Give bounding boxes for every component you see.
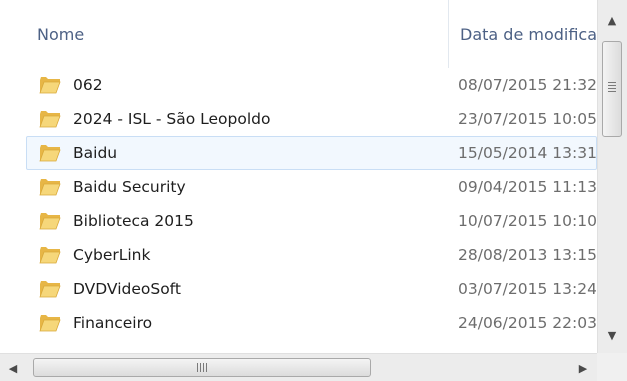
file-name: CyberLink [73,246,151,264]
column-header-date-modified[interactable]: Data de modificação [449,0,597,68]
file-row[interactable]: Baidu Security 09/04/2015 11:13 [26,170,597,204]
scroll-left-arrow-icon[interactable]: ◀ [2,357,24,379]
folder-icon [39,247,61,264]
folder-icon [39,77,61,94]
scroll-down-arrow-icon[interactable]: ▼ [601,324,623,346]
horizontal-scroll-thumb[interactable] [33,358,371,377]
column-header-name[interactable]: Nome [0,0,448,68]
folder-icon [39,111,61,128]
file-date-modified: 09/04/2015 11:13 [458,178,596,196]
file-date-modified: 03/07/2015 13:24 [458,280,596,298]
folder-icon [39,179,61,196]
file-date-modified: 08/07/2015 21:32 [458,76,596,94]
grip-icon [197,363,207,372]
scrollbar-corner [597,353,627,381]
horizontal-scrollbar[interactable]: ◀ ▶ [0,353,597,381]
scroll-up-arrow-icon[interactable]: ▲ [601,9,623,31]
file-date-modified: 15/05/2014 13:31 [458,144,596,162]
scroll-right-arrow-icon[interactable]: ▶ [572,357,594,379]
column-header-bar: Nome Data de modificação [0,0,597,68]
file-name: Biblioteca 2015 [73,212,194,230]
file-row[interactable]: 2024 - ISL - São Leopoldo 23/07/2015 10:… [26,102,597,136]
file-row[interactable]: Financeiro 24/06/2015 22:03 [26,306,597,340]
file-date-modified: 28/08/2013 13:15 [458,246,596,264]
file-name: Financeiro [73,314,153,332]
file-name: DVDVideoSoft [73,280,181,298]
folder-icon [39,213,61,230]
file-row[interactable]: DVDVideoSoft 03/07/2015 13:24 [26,272,597,306]
grip-icon [608,82,616,92]
file-date-modified: 23/07/2015 10:05 [458,110,596,128]
file-row-hovered[interactable]: Baidu 15/05/2014 13:31 [26,136,597,170]
column-header-date-label: Data de modificação [460,24,597,44]
folder-icon [39,145,61,162]
file-rows: 062 08/07/2015 21:32 2024 - ISL - São Le… [0,68,597,353]
vertical-scroll-thumb[interactable] [602,41,622,137]
folder-icon [39,315,61,332]
file-name: Baidu [73,144,118,162]
file-date-modified: 10/07/2015 10:10 [458,212,596,230]
file-row[interactable]: CyberLink 28/08/2013 13:15 [26,238,597,272]
file-list-view: Nome Data de modificação 062 08/07/2015 … [0,0,627,381]
column-header-name-label: Nome [37,24,85,44]
file-date-modified: 24/06/2015 22:03 [458,314,596,332]
file-row[interactable]: 062 08/07/2015 21:32 [26,68,597,102]
file-name: 2024 - ISL - São Leopoldo [73,110,271,128]
vertical-scrollbar[interactable]: ▲ ▼ [597,0,627,353]
folder-icon [39,281,61,298]
file-name: 062 [73,76,103,94]
file-name: Baidu Security [73,178,186,196]
file-row[interactable]: Biblioteca 2015 10/07/2015 10:10 [26,204,597,238]
